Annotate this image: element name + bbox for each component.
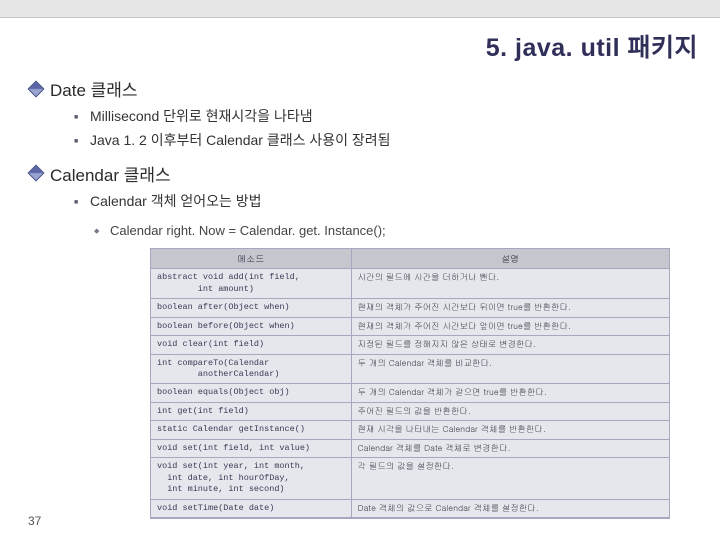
table-row: boolean before(Object when)현재의 객체가 주어진 시…	[151, 317, 669, 335]
section-heading-label: Date 클래스	[50, 76, 138, 101]
cell-method: int get(int field)	[151, 402, 351, 420]
section-heading-label: Calendar 클래스	[50, 161, 171, 186]
cell-method: boolean equals(Object obj)	[151, 384, 351, 402]
cell-method: void set(int field, int value)	[151, 439, 351, 457]
cell-desc: 주어진 필드의 값을 반환한다.	[351, 402, 669, 420]
page-number: 37	[28, 514, 41, 528]
cell-desc: 지정된 필드를 정해지지 않은 상태로 변경한다.	[351, 336, 669, 354]
list-item: Java 1. 2 이후부터 Calendar 클래스 사용이 장려됨	[74, 129, 698, 153]
content: Date 클래스 Millisecond 단위로 현재시각을 나타냄 Java …	[0, 70, 720, 519]
cell-method: void setTime(Date date)	[151, 499, 351, 517]
col-header-method: 메소드	[151, 249, 351, 269]
cell-desc: 현재의 객체가 주어진 시간보다 뒤이면 true를 반환한다.	[351, 299, 669, 317]
bullet-list: Millisecond 단위로 현재시각을 나타냄 Java 1. 2 이후부터…	[74, 105, 698, 153]
table-row: static Calendar getInstance()현재 시각을 나타내는…	[151, 421, 669, 439]
table-row: boolean equals(Object obj)두 개의 Calendar …	[151, 384, 669, 402]
cell-method: static Calendar getInstance()	[151, 421, 351, 439]
method-table: 메소드 설명 abstract void add(int field, int …	[150, 248, 670, 519]
cell-desc: Date 객체의 값으로 Calendar 객체를 설정한다.	[351, 499, 669, 517]
table-row: void set(int year, int month, int date, …	[151, 458, 669, 499]
page-title: 5. java. util 패키지	[0, 18, 720, 70]
table-row: void set(int field, int value)Calendar 객…	[151, 439, 669, 457]
cell-desc: 두 개의 Calendar 객체가 같으면 true를 반환한다.	[351, 384, 669, 402]
table-row: int get(int field)주어진 필드의 값을 반환한다.	[151, 402, 669, 420]
bullet-diamond-icon	[28, 80, 45, 97]
cell-desc: 시간의 필드에 시간을 더하거나 뺀다.	[351, 269, 669, 299]
cell-desc: 두 개의 Calendar 객체를 비교한다.	[351, 354, 669, 384]
table-row: boolean after(Object when)현재의 객체가 주어진 시간…	[151, 299, 669, 317]
cell-method: int compareTo(Calendar anotherCalendar)	[151, 354, 351, 384]
list-item: Millisecond 단위로 현재시각을 나타냄	[74, 105, 698, 129]
table-row: void clear(int field)지정된 필드를 정해지지 않은 상태로…	[151, 336, 669, 354]
bullet-list: Calendar 객체 얻어오는 방법	[74, 190, 698, 214]
window-topbar	[0, 0, 720, 18]
list-item: Calendar 객체 얻어오는 방법	[74, 190, 698, 214]
table-row: int compareTo(Calendar anotherCalendar)두…	[151, 354, 669, 384]
list-item: Calendar right. Now = Calendar. get. Ins…	[94, 221, 698, 242]
bullet-diamond-icon	[28, 165, 45, 182]
cell-method: boolean after(Object when)	[151, 299, 351, 317]
cell-desc: Calendar 객체를 Date 객체로 변경한다.	[351, 439, 669, 457]
cell-desc: 현재의 객체가 주어진 시간보다 앞이면 true를 반환한다.	[351, 317, 669, 335]
cell-method: void clear(int field)	[151, 336, 351, 354]
section-heading-calendar: Calendar 클래스	[30, 161, 698, 186]
cell-desc: 각 필드의 값을 설정한다.	[351, 458, 669, 499]
section-heading-date: Date 클래스	[30, 76, 698, 101]
table-row: void setTime(Date date)Date 객체의 값으로 Cale…	[151, 499, 669, 517]
cell-desc: 현재 시각을 나타내는 Calendar 객체를 반환한다.	[351, 421, 669, 439]
table-header-row: 메소드 설명	[151, 249, 669, 269]
cell-method: boolean before(Object when)	[151, 317, 351, 335]
cell-method: void set(int year, int month, int date, …	[151, 458, 351, 499]
table-row: abstract void add(int field, int amount)…	[151, 269, 669, 299]
col-header-desc: 설명	[351, 249, 669, 269]
sub-bullet-list: Calendar right. Now = Calendar. get. Ins…	[94, 221, 698, 242]
cell-method: abstract void add(int field, int amount)	[151, 269, 351, 299]
